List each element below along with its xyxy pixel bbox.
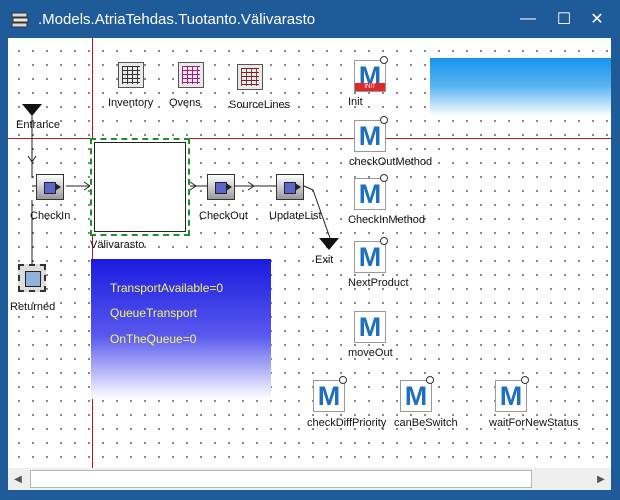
moveout-icon[interactable]: M bbox=[354, 311, 386, 343]
updatelist-label: UpdateList bbox=[269, 210, 322, 222]
ovens-label: Ovens bbox=[169, 97, 201, 109]
scroll-thumb[interactable] bbox=[30, 470, 532, 488]
entrance-triangle-icon[interactable] bbox=[22, 104, 42, 116]
scroll-left-button[interactable]: ◀ bbox=[8, 468, 28, 490]
canbeswitch-icon[interactable]: M bbox=[400, 380, 432, 412]
init-badge: INIT bbox=[355, 83, 385, 91]
moveout-label: moveOut bbox=[348, 347, 393, 359]
checkout-label: CheckOut bbox=[199, 210, 248, 222]
entrance-label: Entrance bbox=[16, 119, 61, 131]
horizontal-scrollbar[interactable]: ◀ ▶ bbox=[8, 468, 611, 490]
title-bar[interactable]: .Models.AtriaTehdas.Tuotanto.Välivarasto… bbox=[0, 0, 620, 38]
valivarasto-label: Välivarasto bbox=[90, 239, 145, 251]
exit-label: Exit bbox=[315, 254, 334, 266]
canbeswitch-dot bbox=[426, 376, 434, 384]
nextproduct-label: NextProduct bbox=[348, 277, 409, 289]
on-the-queue-text: OnTheQueue=0 bbox=[110, 332, 197, 346]
transport-available-text: TransportAvailable=0 bbox=[110, 281, 224, 295]
window-title: .Models.AtriaTehdas.Tuotanto.Välivarasto bbox=[38, 11, 316, 28]
transport-info-panel: TransportAvailable=0 QueueTransport OnTh… bbox=[91, 259, 271, 399]
checkinmethod-label: CheckInMethod bbox=[348, 214, 426, 226]
sourcelines-label: SourceLines bbox=[229, 99, 291, 111]
checkdiffpriority-dot bbox=[339, 376, 347, 384]
exit-triangle-icon[interactable] bbox=[319, 238, 339, 250]
queue-transport-text: QueueTransport bbox=[110, 306, 197, 320]
sourcelines-table-icon[interactable] bbox=[237, 64, 263, 90]
returned-buffer-icon[interactable] bbox=[18, 264, 46, 292]
checkoutmethod-dot bbox=[380, 116, 388, 124]
inventory-label: Inventory bbox=[108, 97, 154, 109]
waitfornewstatus-dot bbox=[521, 376, 529, 384]
close-button[interactable]: ✕ bbox=[582, 6, 612, 32]
inventory-table-icon[interactable] bbox=[118, 62, 144, 88]
minimize-button[interactable]: — bbox=[513, 6, 543, 32]
ovens-table-icon[interactable] bbox=[178, 62, 204, 88]
canbeswitch-label: canBeSwitch bbox=[394, 417, 458, 429]
model-canvas[interactable]: Inventory Ovens SourceLines Entrance Che… bbox=[8, 38, 611, 468]
maximize-icon: ☐ bbox=[556, 11, 572, 28]
nextproduct-dot bbox=[380, 237, 388, 245]
model-window: .Models.AtriaTehdas.Tuotanto.Välivarasto… bbox=[0, 0, 620, 500]
minimize-icon: — bbox=[520, 10, 536, 27]
scroll-right-button[interactable]: ▶ bbox=[591, 468, 611, 490]
checkinmethod-dot bbox=[380, 174, 388, 182]
init-dot bbox=[380, 56, 388, 64]
init-label: Init bbox=[348, 96, 363, 108]
checkinmethod-icon[interactable]: M bbox=[354, 178, 386, 210]
valivarasto-buffer[interactable] bbox=[90, 138, 190, 236]
scroll-left-icon: ◀ bbox=[14, 473, 22, 485]
maximize-button[interactable]: ☐ bbox=[549, 6, 579, 32]
waitfornewstatus-label: waitForNewStatus bbox=[489, 417, 579, 429]
checkoutmethod-icon[interactable]: M bbox=[354, 120, 386, 152]
checkin-station-icon[interactable] bbox=[36, 174, 64, 200]
init-method-icon[interactable]: M INIT bbox=[354, 60, 386, 92]
updatelist-station-icon[interactable] bbox=[276, 174, 304, 200]
scroll-right-icon: ▶ bbox=[597, 473, 605, 485]
checkoutmethod-label: checkOutMethod bbox=[349, 156, 433, 168]
checkdiffpriority-label: checkDiffPriority bbox=[307, 417, 387, 429]
checkin-label: CheckIn bbox=[30, 210, 71, 222]
waitfornewstatus-icon[interactable]: M bbox=[495, 380, 527, 412]
nextproduct-icon[interactable]: M bbox=[354, 241, 386, 273]
checkdiffpriority-icon[interactable]: M bbox=[313, 380, 345, 412]
returned-label: Returned bbox=[10, 301, 56, 313]
model-layers-icon bbox=[11, 12, 29, 28]
checkout-station-icon[interactable] bbox=[207, 174, 235, 200]
close-icon: ✕ bbox=[590, 11, 604, 28]
